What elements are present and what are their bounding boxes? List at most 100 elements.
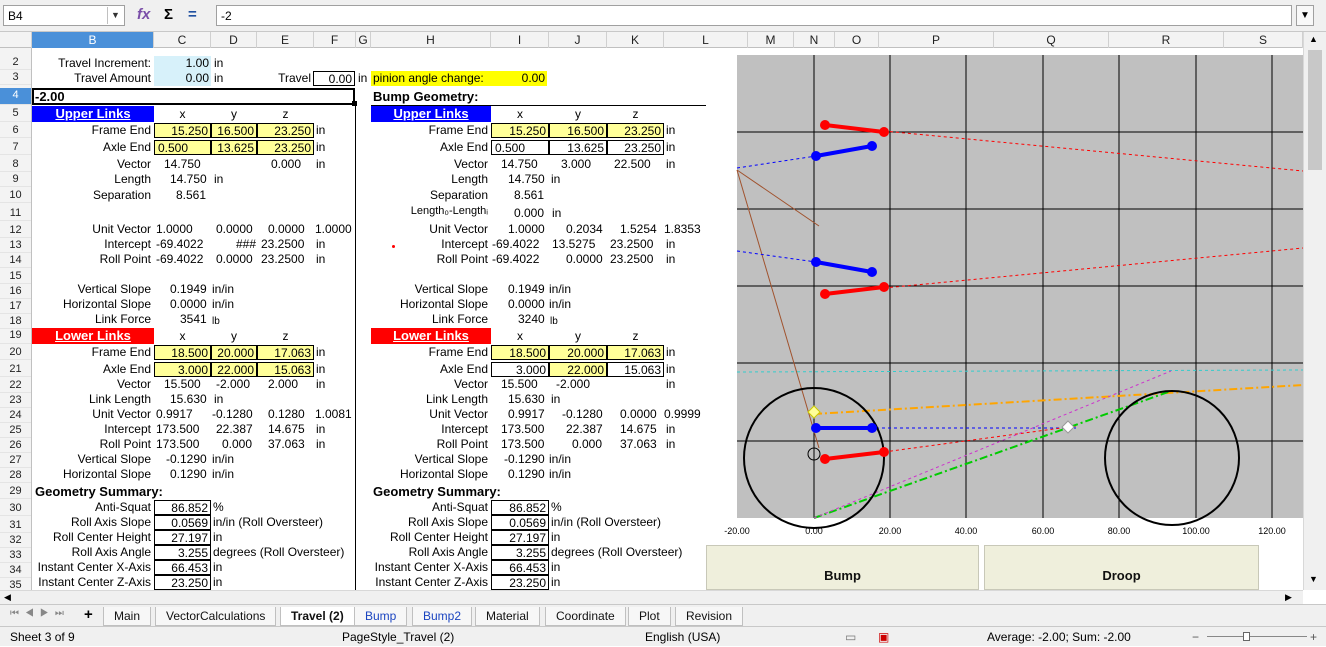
page-style[interactable]: PageStyle_Travel (2) <box>342 627 454 647</box>
row-header[interactable]: 29 <box>0 484 31 499</box>
column-header[interactable]: R <box>1109 32 1224 48</box>
row-header[interactable]: 17 <box>0 299 31 314</box>
row-header[interactable]: 32 <box>0 533 31 548</box>
row-header[interactable]: 28 <box>0 468 31 483</box>
tab-bump2[interactable]: Bump2 <box>412 607 473 626</box>
lower-axle-end-y[interactable]: 22.000 <box>211 362 257 377</box>
travel-amount-value[interactable]: 0.00 <box>154 71 211 86</box>
row-header[interactable]: 8 <box>0 157 31 172</box>
lower-links-header[interactable]: Lower Links <box>32 328 154 344</box>
column-header[interactable]: L <box>664 32 748 48</box>
column-header[interactable]: J <box>549 32 607 48</box>
row-header[interactable]: 5 <box>0 106 31 122</box>
bump-lower-axle-end-x[interactable]: 3.000 <box>491 362 549 377</box>
corner-select[interactable] <box>0 32 32 48</box>
column-header[interactable]: S <box>1224 32 1303 48</box>
row-header[interactable]: 24 <box>0 408 31 423</box>
column-header[interactable]: I <box>491 32 549 48</box>
row-header[interactable]: 19 <box>0 328 31 344</box>
scroll-left-icon[interactable]: ◀ <box>4 591 11 604</box>
upper-axle-end-z[interactable]: 23.250 <box>257 140 314 155</box>
lower-axle-end-z[interactable]: 15.063 <box>257 362 314 377</box>
sum-icon[interactable]: Σ <box>164 6 173 24</box>
bump-upper-axle-end-x[interactable]: 0.500 <box>491 140 549 155</box>
anti-squat-value[interactable]: 86.852 <box>154 500 211 515</box>
column-header[interactable]: O <box>835 32 879 48</box>
upper-frame-end-x[interactable]: 15.250 <box>154 123 211 138</box>
column-header[interactable]: F <box>314 32 356 48</box>
scroll-down-icon[interactable]: ▼ <box>1309 574 1318 584</box>
function-wizard-icon[interactable]: fx <box>137 6 150 24</box>
tab-revision[interactable]: Revision <box>675 607 744 626</box>
bump-upper-frame-end-x[interactable]: 15.250 <box>491 123 549 138</box>
row-header[interactable]: 16 <box>0 284 31 299</box>
bump-roll-axis-slope[interactable]: 0.0569 <box>491 515 549 530</box>
bump-upper-axle-end-y[interactable]: 13.625 <box>549 140 607 155</box>
chevron-down-icon[interactable]: ▼ <box>107 7 123 24</box>
row-header[interactable]: 14 <box>0 253 31 268</box>
bump-button[interactable]: Bump <box>706 545 979 590</box>
row-header[interactable]: 21 <box>0 362 31 377</box>
row-header[interactable]: 2 <box>0 55 31 70</box>
bump-lower-axle-end-y[interactable]: 22.000 <box>549 362 607 377</box>
row-header[interactable]: 7 <box>0 140 31 155</box>
tab-vectorcalculations[interactable]: VectorCalculations <box>155 607 277 626</box>
zoom-out-icon[interactable]: − <box>1192 627 1199 647</box>
row-header[interactable]: 27 <box>0 453 31 468</box>
travel-increment-value[interactable]: 1.00 <box>154 56 211 71</box>
bump-lower-frame-end-x[interactable]: 18.500 <box>491 345 549 360</box>
column-header[interactable]: C <box>154 32 211 48</box>
lower-frame-end-x[interactable]: 18.500 <box>154 345 211 360</box>
tab-bump[interactable]: Bump <box>354 607 408 626</box>
instant-center-z-value[interactable]: 23.250 <box>154 575 211 590</box>
horizontal-scrollbar[interactable]: ◀ ▶ <box>0 590 1303 604</box>
upper-links-header[interactable]: Upper Links <box>32 106 154 122</box>
tab-travel-2[interactable]: Travel (2) <box>280 607 355 626</box>
name-box[interactable]: B4 ▼ <box>3 5 125 26</box>
selection-mode-icon[interactable]: ▭ <box>845 627 856 647</box>
lower-links-header[interactable]: Lower Links <box>371 328 491 344</box>
row-header[interactable]: 31 <box>0 518 31 533</box>
column-header[interactable]: G <box>356 32 371 48</box>
bump-instant-center-z[interactable]: 23.250 <box>491 575 549 590</box>
column-header[interactable]: E <box>257 32 314 48</box>
instant-center-x-value[interactable]: 66.453 <box>154 560 211 575</box>
row-header[interactable]: 33 <box>0 548 31 563</box>
tab-coordinate[interactable]: Coordinate <box>545 607 626 626</box>
row-header[interactable]: 18 <box>0 314 31 329</box>
tab-main[interactable]: Main <box>103 607 152 626</box>
row-header[interactable]: 23 <box>0 393 31 408</box>
column-header[interactable]: K <box>607 32 664 48</box>
suspension-chart[interactable]: -20.00 0.00 20.00 40.00 60.00 80.00 100.… <box>706 48 1304 545</box>
formula-input[interactable]: -2 <box>216 5 1292 26</box>
upper-frame-end-y[interactable]: 16.500 <box>211 123 257 138</box>
vertical-scrollbar[interactable]: ▲ ▼ <box>1303 32 1326 590</box>
row-header[interactable]: 10 <box>0 188 31 203</box>
lower-frame-end-y[interactable]: 20.000 <box>211 345 257 360</box>
bump-lower-frame-end-y[interactable]: 20.000 <box>549 345 607 360</box>
row-header[interactable]: 4 <box>0 88 31 105</box>
row-header[interactable]: 22 <box>0 378 31 393</box>
row-header[interactable]: 3 <box>0 70 31 85</box>
tab-material[interactable]: Material <box>475 607 540 626</box>
bump-instant-center-x[interactable]: 66.453 <box>491 560 549 575</box>
sheet-grid[interactable]: Travel Increment: 1.00 in Travel Amount … <box>32 48 706 590</box>
scroll-thumb[interactable] <box>1308 50 1322 170</box>
row-header[interactable]: 26 <box>0 438 31 453</box>
row-header[interactable]: 15 <box>0 269 31 284</box>
row-header[interactable]: 25 <box>0 423 31 438</box>
expand-formula-icon[interactable]: ▼ <box>1296 5 1314 26</box>
bump-roll-axis-angle[interactable]: 3.255 <box>491 545 549 560</box>
scroll-right-icon[interactable]: ▶ <box>1285 591 1292 604</box>
upper-links-header[interactable]: Upper Links <box>371 106 491 122</box>
language[interactable]: English (USA) <box>645 627 720 647</box>
row-header[interactable]: 20 <box>0 345 31 360</box>
lower-axle-end-x[interactable]: 3.000 <box>154 362 211 377</box>
tab-plot[interactable]: Plot <box>628 607 671 626</box>
zoom-slider[interactable] <box>1207 636 1307 637</box>
row-header[interactable]: 12 <box>0 223 31 238</box>
upper-frame-end-z[interactable]: 23.250 <box>257 123 314 138</box>
row-header[interactable]: 30 <box>0 501 31 516</box>
column-header[interactable]: H <box>371 32 491 48</box>
droop-button[interactable]: Droop <box>984 545 1259 590</box>
